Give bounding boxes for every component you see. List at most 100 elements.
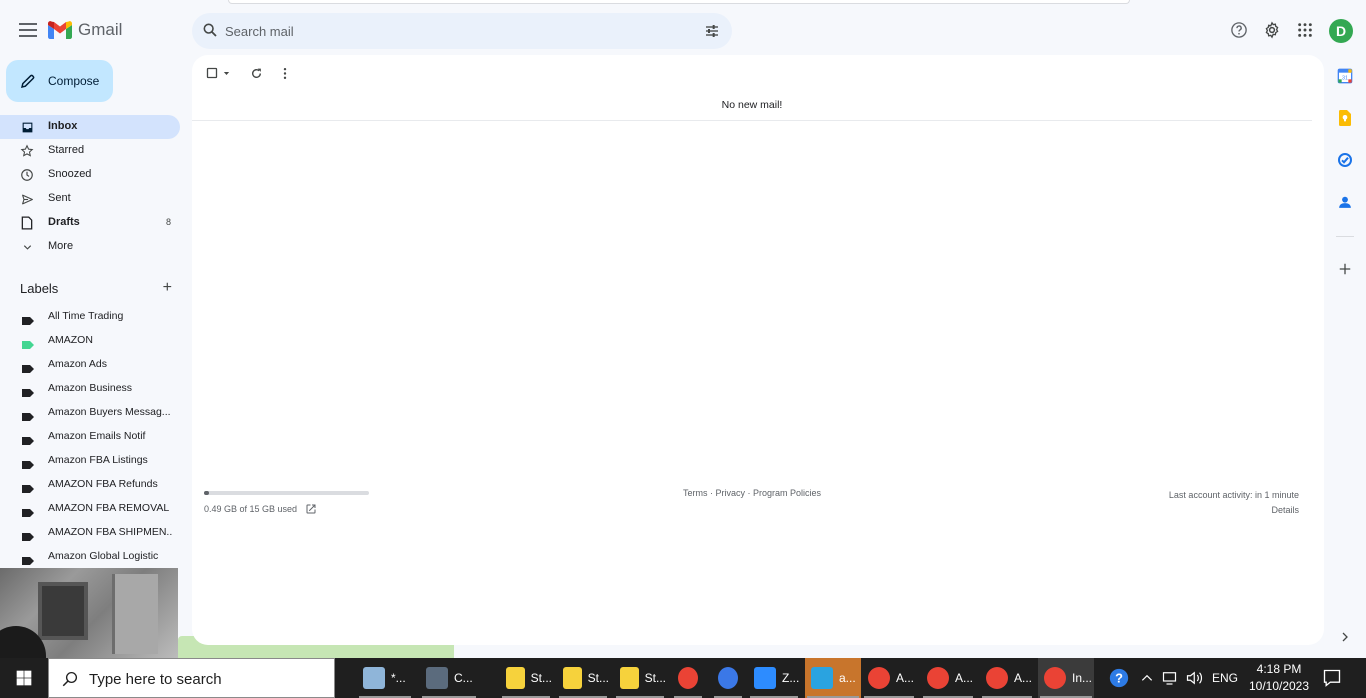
taskbar-app-button[interactable]: St... [557, 658, 609, 698]
network-icon[interactable] [1162, 658, 1180, 698]
taskbar-app-label: St... [644, 671, 666, 685]
taskbar-app-icon [678, 667, 698, 689]
taskbar-app-button[interactable]: C... [420, 658, 478, 698]
label-tag-icon [22, 504, 34, 517]
taskbar-app-icon [986, 667, 1008, 689]
label-item[interactable]: Amazon Business [0, 376, 180, 400]
taskbar-search-placeholder: Type here to search [89, 671, 222, 688]
taskbar-app-icon [563, 667, 582, 689]
taskbar-clock[interactable]: 4:18 PM 10/10/2023 [1246, 661, 1312, 695]
clock-date: 10/10/2023 [1248, 679, 1310, 693]
label-tag-icon [22, 360, 34, 373]
label-item[interactable]: Amazon FBA Listings [0, 448, 180, 472]
account-avatar[interactable]: D [1329, 19, 1353, 43]
taskbar-search-box[interactable]: Type here to search [48, 658, 335, 698]
activity-details-link[interactable]: Details [1169, 503, 1299, 518]
label-name: AMAZON [48, 334, 93, 346]
header: Gmail D [0, 8, 1366, 56]
gmail-logo[interactable]: Gmail [48, 20, 122, 40]
label-item[interactable]: All Time Trading [0, 304, 180, 328]
tasks-icon[interactable] [1336, 151, 1354, 169]
last-activity-text: Last account activity: in 1 minute [1168, 490, 1299, 500]
keep-icon[interactable] [1336, 109, 1354, 127]
taskbar-app-button[interactable]: A... [921, 658, 975, 698]
taskbar-app-label: C... [454, 671, 473, 685]
label-name: AMAZON FBA Refunds [48, 478, 158, 490]
search-icon[interactable] [202, 22, 218, 38]
show-hidden-icons-icon[interactable] [1140, 658, 1154, 698]
settings-gear-icon[interactable] [1262, 20, 1282, 40]
label-item[interactable]: Amazon Buyers Messag... [0, 400, 180, 424]
clock-time: 4:18 PM [1256, 662, 1302, 676]
contacts-icon[interactable] [1336, 193, 1354, 211]
search-input[interactable] [225, 13, 685, 49]
apps-grid-icon[interactable] [1295, 20, 1315, 40]
sidebar-item-starred[interactable]: Starred [0, 139, 180, 163]
add-addon-icon[interactable] [1336, 260, 1354, 278]
taskbar-app-button[interactable]: A... [862, 658, 916, 698]
taskbar-app-button[interactable]: *... [357, 658, 413, 698]
search-options-icon[interactable] [704, 23, 720, 39]
sidebar-item-inbox[interactable]: Inbox [0, 115, 180, 139]
clock-icon [20, 168, 34, 182]
program-policies-link[interactable]: Program Policies [753, 488, 821, 498]
main-menu-button[interactable] [16, 18, 40, 42]
taskbar-app-label: A... [896, 671, 915, 685]
help-tray-icon[interactable]: ? [1108, 658, 1130, 698]
taskbar-app-icon [620, 667, 639, 689]
sidebar-item-drafts[interactable]: Drafts 8 [0, 211, 180, 235]
select-checkbox[interactable] [206, 66, 231, 80]
sidebar-item-label: Sent [48, 192, 71, 204]
start-button[interactable] [0, 658, 48, 698]
taskbar-app-button[interactable] [672, 658, 704, 698]
label-tag-icon [22, 384, 34, 397]
taskbar-app-label: St... [530, 671, 552, 685]
help-icon[interactable] [1229, 20, 1249, 40]
add-label-icon[interactable]: + [163, 279, 172, 297]
label-item[interactable]: Amazon Emails Notif [0, 424, 180, 448]
notifications-icon[interactable] [1322, 668, 1344, 688]
inbox-icon [20, 120, 34, 134]
language-indicator[interactable]: ENG [1212, 658, 1238, 698]
magnifier-icon [62, 671, 78, 687]
storage-usage-text: 0.49 GB of 15 GB used [204, 504, 298, 514]
label-item[interactable]: AMAZON FBA Refunds [0, 472, 180, 496]
webcam-preview[interactable] [0, 568, 178, 676]
label-name: AMAZON FBA SHIPMEN... [48, 526, 172, 538]
label-item[interactable]: Amazon Global Logistic [0, 544, 180, 568]
expand-panel-icon[interactable] [1336, 628, 1354, 646]
label-item[interactable]: AMAZON FBA REMOVAL [0, 496, 180, 520]
taskbar-app-button[interactable] [712, 658, 744, 698]
taskbar-app-button[interactable]: A... [980, 658, 1034, 698]
label-tag-icon [22, 456, 34, 469]
open-in-new-icon[interactable] [305, 503, 317, 515]
refresh-icon [252, 68, 261, 78]
label-name: Amazon Buyers Messag... [48, 406, 171, 418]
more-options-button[interactable] [282, 66, 288, 80]
taskbar-app-button[interactable]: In... [1038, 658, 1094, 698]
sidebar-item-label: Drafts [48, 216, 80, 228]
storage-usage-fill [204, 491, 210, 495]
calendar-icon[interactable]: 31 [1336, 67, 1354, 85]
sidebar-item-snoozed[interactable]: Snoozed [0, 163, 180, 187]
taskbar-app-button[interactable]: St... [500, 658, 552, 698]
search-bar[interactable] [192, 13, 732, 49]
mail-list-panel: No new mail! 0.49 GB of 15 GB used Terms… [192, 55, 1324, 645]
compose-button[interactable]: Compose [6, 60, 113, 102]
footer-separator: · [745, 488, 754, 498]
sidebar-item-more[interactable]: More [0, 235, 180, 259]
refresh-button[interactable] [250, 66, 263, 80]
taskbar-app-button[interactable]: St... [614, 658, 666, 698]
privacy-link[interactable]: Privacy [716, 488, 746, 498]
label-item[interactable]: Amazon Ads [0, 352, 180, 376]
taskbar-app-button[interactable]: a... [805, 658, 861, 698]
volume-icon[interactable] [1186, 658, 1204, 698]
taskbar-app-button[interactable]: Z... [748, 658, 800, 698]
send-icon [20, 192, 34, 206]
browser-top-edge [0, 0, 1366, 6]
label-item[interactable]: AMAZON [0, 328, 180, 352]
sidebar-item-sent[interactable]: Sent [0, 187, 180, 211]
label-item[interactable]: AMAZON FBA SHIPMEN... [0, 520, 180, 544]
terms-link[interactable]: Terms [683, 488, 708, 498]
taskbar-app-label: A... [955, 671, 974, 685]
